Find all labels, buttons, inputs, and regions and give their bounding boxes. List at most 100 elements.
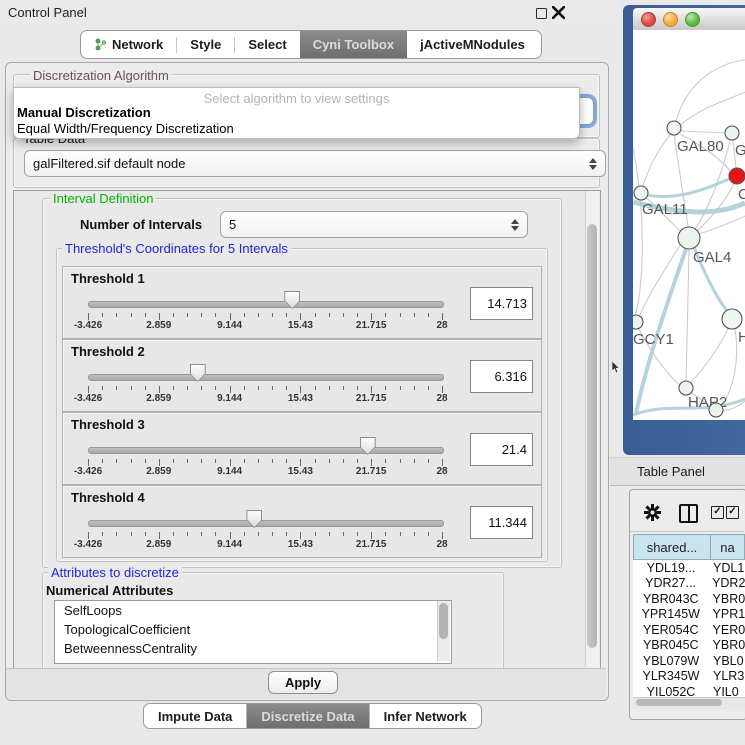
attributes-scrollbar-thumb[interactable]: [439, 603, 448, 639]
split-columns-icon[interactable]: [679, 504, 698, 523]
table-row[interactable]: YLR345WYLR3: [633, 669, 745, 685]
network-edge[interactable]: [681, 131, 725, 133]
tab-cyni-toolbox[interactable]: Cyni Toolbox: [300, 31, 407, 58]
checkbox-icon[interactable]: ✓: [711, 506, 724, 519]
network-edge[interactable]: [691, 329, 728, 382]
network-edge[interactable]: [633, 148, 642, 316]
tick-mark: [442, 532, 443, 539]
tick-mark: [131, 313, 132, 317]
numerical-attributes-label: Numerical Attributes: [46, 583, 173, 598]
table-row[interactable]: YPR145WYPR1: [633, 607, 745, 623]
tick-mark: [116, 386, 117, 390]
algorithm-item-equal-width[interactable]: Equal Width/Frequency Discretization: [17, 121, 234, 136]
threshold-value-field[interactable]: 21.4: [470, 433, 533, 466]
network-node[interactable]: [679, 381, 693, 395]
number-of-intervals-combobox[interactable]: 5: [220, 211, 528, 238]
attribute-list-item[interactable]: BetweennessCentrality: [55, 639, 451, 658]
tick-mark: [329, 313, 330, 317]
threshold-value-field[interactable]: 11.344: [470, 506, 533, 539]
tick-label: -3.426: [74, 393, 102, 404]
float-window-icon[interactable]: [536, 8, 547, 19]
table-row[interactable]: YDR27...YDR2: [633, 576, 745, 592]
numerical-attributes-list[interactable]: SelfLoopsTopologicalCoefficientBetweenne…: [54, 600, 452, 664]
tick-label: 21.715: [356, 393, 387, 404]
tick-label: 28: [436, 539, 447, 550]
interval-definition-title: Interval Definition: [50, 191, 156, 206]
network-node[interactable]: [709, 403, 723, 417]
slider-track[interactable]: [88, 520, 444, 527]
horizontal-scrollbar-thumb[interactable]: [636, 699, 722, 706]
network-edge[interactable]: [676, 60, 745, 121]
tick-label: 9.144: [217, 393, 242, 404]
algorithm-prompt-item[interactable]: Select algorithm to view settings: [14, 91, 579, 106]
vertical-scrollbar-thumb[interactable]: [587, 224, 597, 648]
network-edge[interactable]: [679, 92, 745, 126]
slider-track[interactable]: [88, 374, 444, 381]
tick-mark: [300, 386, 301, 393]
network-window-titlebar[interactable]: [633, 8, 745, 31]
network-edge[interactable]: [686, 249, 689, 381]
network-canvas[interactable]: GAL80GCGAL11GAL4GCY1HHAP2: [633, 30, 745, 420]
tab-network[interactable]: Network: [81, 31, 176, 58]
tick-mark: [145, 386, 146, 390]
slider-track[interactable]: [88, 447, 444, 454]
network-node-label: C: [738, 186, 745, 203]
apply-button[interactable]: Apply: [268, 671, 338, 694]
table-data-combobox[interactable]: galFiltered.sif default node: [24, 150, 606, 177]
network-node[interactable]: [722, 309, 742, 329]
tick-mark: [131, 459, 132, 463]
spinner-arrows-icon: [589, 158, 597, 170]
checkbox-icon[interactable]: ✓: [726, 506, 739, 519]
tick-mark: [131, 386, 132, 390]
column-header-shared-name[interactable]: shared...: [633, 534, 711, 560]
tick-mark: [116, 532, 117, 536]
tab-jactivemnodules[interactable]: jActiveMNodules: [407, 31, 538, 58]
column-header-name[interactable]: na: [711, 534, 745, 560]
tick-label: 9.144: [217, 320, 242, 331]
threshold-value-field[interactable]: 14.713: [470, 287, 533, 320]
network-node[interactable]: [725, 126, 739, 140]
tab-impute-data[interactable]: Impute Data: [144, 704, 247, 728]
network-node[interactable]: [667, 121, 681, 135]
network-edge[interactable]: [699, 216, 745, 234]
network-edge[interactable]: [643, 134, 671, 186]
tick-mark: [371, 386, 372, 393]
tab-discretize-data[interactable]: Discretize Data: [247, 704, 369, 728]
table-row[interactable]: YBR043CYBR0: [633, 591, 745, 607]
threshold-value-field[interactable]: 6.316: [470, 360, 533, 393]
network-node[interactable]: [729, 168, 745, 184]
attribute-list-item[interactable]: SelfLoops: [55, 601, 451, 620]
algorithm-item-manual[interactable]: Manual Discretization: [17, 105, 151, 120]
attribute-list-item[interactable]: TopologicalCoefficient: [55, 620, 451, 639]
tick-mark: [102, 532, 103, 536]
tick-mark: [230, 386, 231, 393]
close-icon[interactable]: [552, 6, 565, 19]
tab-style[interactable]: Style: [177, 31, 234, 58]
tick-mark: [300, 459, 301, 466]
network-graph: GAL80GCGAL11GAL4GCY1HHAP2: [633, 30, 745, 420]
tab-select[interactable]: Select: [235, 31, 299, 58]
tick-mark: [201, 386, 202, 390]
tick-mark: [215, 313, 216, 317]
slider-track[interactable]: [88, 301, 444, 308]
gear-icon[interactable]: [644, 504, 661, 521]
table-body[interactable]: YDL19...YDL1YDR27...YDR2YBR043CYBR0YPR14…: [633, 560, 745, 697]
tick-mark: [173, 313, 174, 317]
table-row[interactable]: YIL052CYIL0: [633, 684, 745, 697]
threshold-label: Threshold 3: [71, 417, 145, 432]
network-node[interactable]: [678, 227, 700, 249]
network-node[interactable]: [633, 315, 643, 329]
zoom-traffic-light[interactable]: [685, 12, 700, 27]
spinner-arrows-icon: [511, 219, 519, 231]
network-node[interactable]: [634, 186, 648, 200]
tick-label: 28: [436, 393, 447, 404]
tick-mark: [230, 459, 231, 466]
minimize-traffic-light[interactable]: [663, 12, 678, 27]
attributes-group-title: Attributes to discretize: [48, 565, 182, 580]
close-traffic-light[interactable]: [641, 12, 656, 27]
table-row[interactable]: YER054CYER0: [633, 622, 745, 638]
table-row[interactable]: YBR045CYBR0: [633, 638, 745, 654]
table-row[interactable]: YBL079WYBL0: [633, 653, 745, 669]
table-row[interactable]: YDL19...YDL1: [633, 560, 745, 576]
tab-infer-network[interactable]: Infer Network: [370, 704, 481, 728]
